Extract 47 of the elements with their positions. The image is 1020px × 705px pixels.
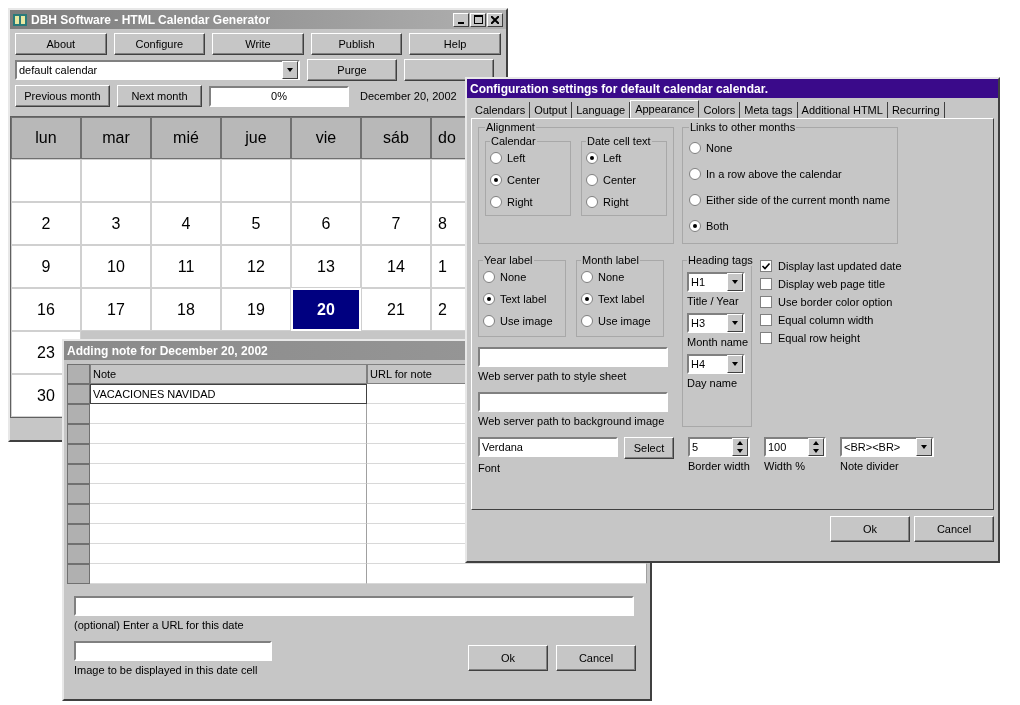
field-caption: Width % xyxy=(764,460,805,472)
option-label: Use border color option xyxy=(778,296,893,308)
option-label: Text label xyxy=(598,293,645,305)
group-label: Heading tags xyxy=(687,254,754,266)
field-caption: Title / Year xyxy=(687,295,739,307)
option-label: Right xyxy=(507,196,533,208)
weekday-header: mar xyxy=(81,117,151,159)
option-label: Left xyxy=(603,152,622,164)
field-caption: Note divider xyxy=(840,460,899,472)
option-label: Center xyxy=(507,174,541,186)
option-label: Both xyxy=(706,220,729,232)
field-caption: Font xyxy=(478,462,500,474)
group-label: Year label xyxy=(483,254,534,266)
field-caption: Web server path to background image xyxy=(478,415,665,427)
group-label: Links to other months xyxy=(689,121,797,133)
option-label: Display web page title xyxy=(778,278,885,290)
field-caption: Web server path to style sheet xyxy=(478,370,627,382)
field-caption: Day name xyxy=(687,377,738,389)
option-label: Right xyxy=(603,196,629,208)
option-label: Text label xyxy=(500,293,547,305)
option-label: None xyxy=(500,271,527,283)
option-label: Center xyxy=(603,174,637,186)
weekday-header: mié xyxy=(151,117,221,159)
option-label: Use image xyxy=(500,315,553,327)
option-label: In a row above the calendar xyxy=(706,168,842,180)
window-title: Configuration settings for default calendar calendar. xyxy=(470,81,769,96)
date-label: December 20, 2002 xyxy=(360,90,457,102)
weekday-header: jue xyxy=(221,117,291,159)
window-title: DBH Software - HTML Calendar Generator xyxy=(31,12,271,27)
progress-reading: 0% xyxy=(271,90,287,102)
option-label: Either side of the current month name xyxy=(706,194,891,206)
option-label: None xyxy=(706,142,733,154)
field-caption: (optional) Enter a URL for this date xyxy=(74,619,244,631)
weekday-header: vie xyxy=(291,117,361,159)
option-label: None xyxy=(598,271,625,283)
field-caption: Month name xyxy=(687,336,749,348)
weekday-header: lun xyxy=(11,117,81,159)
option-label: Use image xyxy=(598,315,651,327)
weekday-header: sáb xyxy=(361,117,431,159)
option-label: Left xyxy=(507,152,526,164)
option-label: Display last updated date xyxy=(778,260,902,272)
group-label: Date cell text xyxy=(586,135,652,147)
field-caption: Border width xyxy=(688,460,750,472)
option-label: Equal column width xyxy=(778,314,874,326)
group-label: Month label xyxy=(581,254,640,266)
option-label: Equal row height xyxy=(778,332,860,344)
field-caption: Image to be displayed in this date cell xyxy=(74,664,258,676)
